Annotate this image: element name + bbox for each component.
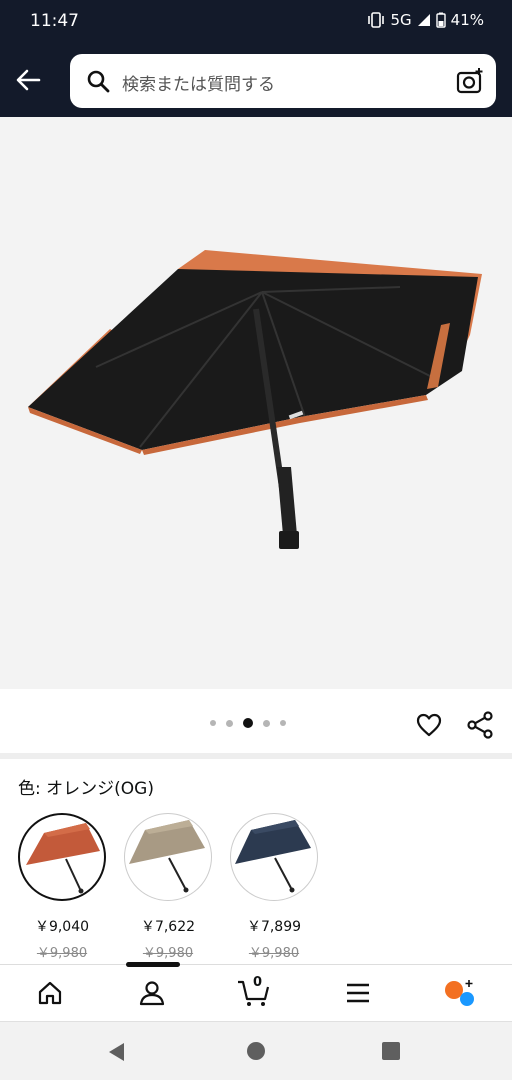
- carousel-dots[interactable]: [210, 718, 286, 728]
- search-input[interactable]: 検索または質問する: [122, 70, 275, 95]
- product-image[interactable]: [0, 117, 512, 689]
- search-icon: [87, 70, 110, 93]
- nav-home[interactable]: [32, 977, 68, 1009]
- variant-list-price: ￥9,980: [36, 946, 88, 961]
- battery-icon: [435, 12, 446, 28]
- heart-icon[interactable]: [416, 713, 442, 737]
- variant-price: ￥7,899: [246, 919, 302, 935]
- umbrella-thumb-navy: [235, 820, 311, 893]
- sheet-handle[interactable]: [126, 962, 180, 967]
- share-icon[interactable]: [466, 711, 494, 739]
- carousel-dot[interactable]: [263, 719, 270, 727]
- cart-count: 0: [253, 975, 263, 990]
- umbrella-thumb-orange: [26, 823, 100, 894]
- nav-menu[interactable]: [340, 977, 376, 1009]
- search-bar[interactable]: 検索または質問する: [70, 54, 496, 108]
- rufus-assistant-icon: [445, 980, 474, 1006]
- image-carousel-controls: [0, 689, 512, 753]
- system-home-icon[interactable]: [247, 1042, 265, 1060]
- status-time: 11:47: [30, 11, 79, 31]
- system-recents-icon[interactable]: [382, 1042, 400, 1060]
- back-arrow-icon: [16, 69, 41, 91]
- header: 検索または質問する: [0, 42, 512, 117]
- camera-search-icon[interactable]: [456, 67, 484, 95]
- nav-rufus[interactable]: [442, 977, 478, 1009]
- carousel-dot[interactable]: [226, 719, 233, 727]
- color-swatch-navy[interactable]: [230, 813, 318, 901]
- variant-list-price: ￥9,980: [142, 946, 194, 961]
- system-back-icon[interactable]: [106, 1041, 126, 1063]
- umbrella-thumb-beige: [129, 820, 205, 893]
- menu-icon: [347, 983, 369, 1003]
- bottom-nav: 0: [0, 964, 512, 1021]
- variant-list-price: ￥9,980: [248, 946, 300, 961]
- user-icon: [139, 981, 165, 1006]
- battery-level: 41%: [450, 11, 484, 29]
- home-icon: [38, 981, 62, 1005]
- vibrate-icon: [368, 12, 385, 28]
- color-variant-label: 色: オレンジ(OG): [18, 779, 154, 799]
- carousel-dot[interactable]: [280, 720, 286, 726]
- back-button[interactable]: [12, 64, 44, 96]
- status-icons: 5G 41%: [367, 11, 484, 29]
- carousel-dot[interactable]: [210, 720, 216, 726]
- carousel-dot-active[interactable]: [243, 718, 253, 728]
- section-divider: [0, 753, 512, 759]
- umbrella-image: [28, 250, 482, 549]
- color-swatch-orange[interactable]: [18, 813, 106, 901]
- variant-price: ￥7,622: [140, 919, 196, 935]
- system-nav-bar: [0, 1021, 512, 1080]
- signal-icon: [417, 14, 430, 26]
- network-type: 5G: [390, 11, 412, 29]
- status-bar: 11:47 5G 41%: [0, 0, 512, 42]
- nav-account[interactable]: [134, 977, 170, 1009]
- product-page: 11:47 5G 41% 検索または質問する 色: オレンジ(OG) ￥9,04…: [0, 0, 512, 1080]
- variant-price: ￥9,040: [34, 919, 90, 935]
- color-swatch-beige[interactable]: [124, 813, 212, 901]
- nav-cart[interactable]: 0: [236, 975, 272, 1009]
